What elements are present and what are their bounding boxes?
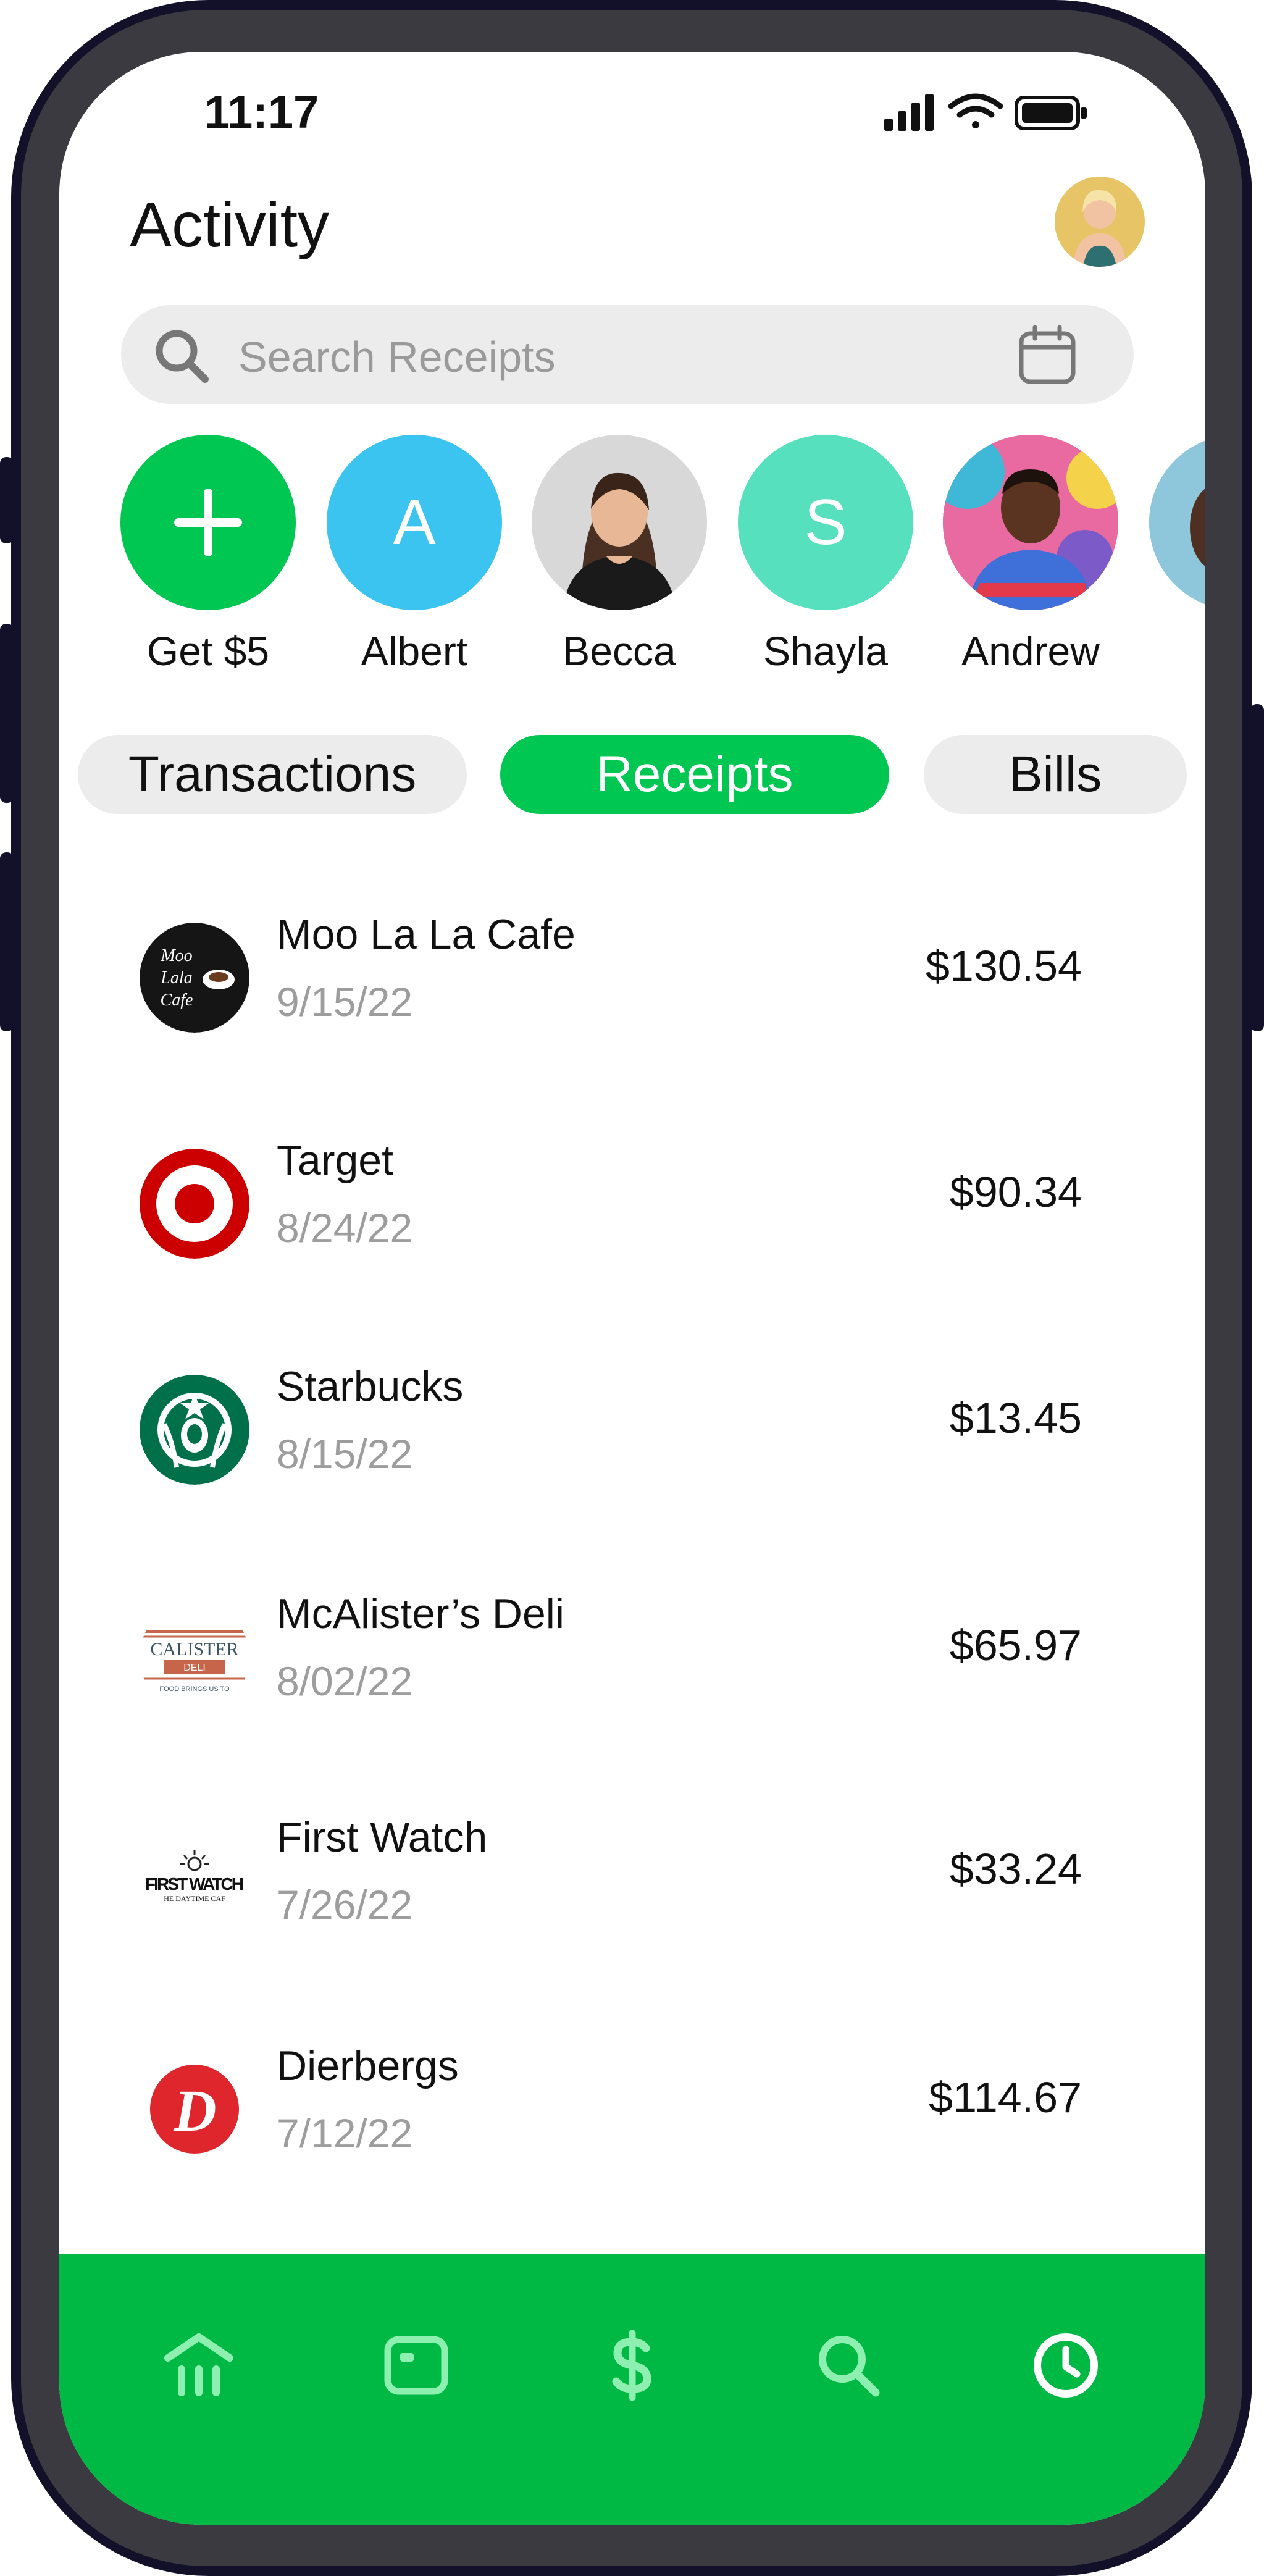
- phone-screen: 11:17 Activity Search Receipts Get $5 A …: [59, 52, 1205, 2525]
- side-button-mute: [0, 457, 14, 543]
- side-button-power: [1250, 704, 1264, 1031]
- receipt-row[interactable]: D Dierbergs 7/12/22 $114.67: [59, 2029, 1205, 2184]
- merchant-name: Target: [277, 1137, 393, 1184]
- search-bar[interactable]: Search Receipts: [121, 305, 1134, 404]
- contact-name: Becca: [563, 628, 676, 674]
- contact-m[interactable]: M: [1147, 435, 1205, 674]
- receipt-date: 7/26/22: [277, 1882, 413, 1928]
- receipt-date: 8/15/22: [277, 1431, 413, 1477]
- status-icons: [884, 93, 1087, 131]
- logo-text: FIRST WATCH: [145, 1874, 244, 1894]
- contact-avatar: S: [738, 435, 913, 610]
- contact-shayla[interactable]: S Shayla: [736, 435, 915, 674]
- receipt-date: 8/02/22: [277, 1658, 413, 1704]
- avatar-initial: A: [393, 486, 436, 558]
- search-icon[interactable]: [811, 2328, 885, 2402]
- bank-icon[interactable]: [162, 2328, 236, 2402]
- tab-bills[interactable]: Bills: [924, 735, 1187, 814]
- receipt-row[interactable]: Target 8/24/22 $90.34: [59, 1124, 1205, 1278]
- battery-icon: [1015, 96, 1087, 130]
- receipt-date: 7/12/22: [277, 2110, 413, 2156]
- avatar-initial: S: [804, 486, 847, 558]
- contact-name: Shayla: [763, 628, 888, 674]
- logo-text: HE DAYTIME CAF: [164, 1894, 225, 1903]
- tab-transactions[interactable]: Transactions: [78, 735, 467, 814]
- merchant-name: Moo La La Cafe: [277, 911, 575, 958]
- receipt-row[interactable]: Moo Lala Cafe Moo La La Cafe 9/15/22 $13…: [59, 898, 1205, 1052]
- logo-text: Lala: [160, 968, 192, 988]
- search-icon: [156, 330, 209, 383]
- signal-icon: [884, 94, 934, 131]
- logo-text: CALISTER: [150, 1639, 238, 1659]
- contact-name: Get $5: [146, 628, 270, 674]
- dierbergs-logo: D: [140, 2054, 249, 2164]
- receipt-amount: $90.34: [949, 1168, 1082, 1216]
- contact-andrew[interactable]: Andrew: [941, 435, 1120, 674]
- contact-avatar: [1149, 435, 1205, 610]
- contact-name: M: [1147, 627, 1205, 674]
- receipt-amount: $33.24: [949, 1845, 1082, 1893]
- wifi-icon: [948, 93, 1003, 128]
- tab-receipts[interactable]: Receipts: [500, 735, 889, 814]
- receipt-amount: $114.67: [929, 2073, 1082, 2121]
- merchant-name: Dierbergs: [277, 2042, 459, 2089]
- contact-albert[interactable]: A Albert: [325, 435, 504, 674]
- logo-text: DELI: [183, 1663, 206, 1673]
- receipt-amount: $65.97: [949, 1621, 1082, 1669]
- logo-text: Cafe: [161, 991, 193, 1010]
- merchant-name: First Watch: [277, 1814, 488, 1861]
- contact-avatar: [943, 435, 1118, 610]
- contact-avatar: A: [327, 435, 502, 610]
- first-watch-logo: FIRST WATCH HE DAYTIME CAF: [140, 1826, 249, 1936]
- clock-icon[interactable]: [1029, 2328, 1103, 2402]
- moo-la-la-logo: Moo Lala Cafe: [140, 923, 249, 1033]
- side-button-volume-up: [0, 624, 14, 803]
- page-title: Activity: [130, 190, 330, 260]
- starbucks-logo: [140, 1375, 249, 1485]
- add-contact-icon: [120, 435, 296, 610]
- calendar-icon[interactable]: [1016, 325, 1078, 387]
- bottom-nav: [59, 2254, 1205, 2525]
- mcalisters-logo: CALISTER DELI FOOD BRINGS US TO: [140, 1602, 249, 1712]
- receipt-amount: $13.45: [949, 1394, 1082, 1442]
- search-input[interactable]: Search Receipts: [238, 332, 556, 382]
- logo-text: D: [173, 2078, 216, 2144]
- logo-text: Moo: [160, 946, 192, 965]
- receipt-amount: $130.54: [925, 942, 1082, 990]
- receipt-date: 9/15/22: [277, 979, 413, 1025]
- receipt-row[interactable]: FIRST WATCH HE DAYTIME CAF First Watch 7…: [59, 1801, 1205, 1955]
- receipt-row[interactable]: Starbucks 8/15/22 $13.45: [59, 1350, 1205, 1504]
- dollar-icon[interactable]: [595, 2328, 669, 2402]
- contact-name: Albert: [361, 628, 468, 674]
- card-icon[interactable]: [379, 2328, 453, 2402]
- receipt-row[interactable]: CALISTER DELI FOOD BRINGS US TO McAliste…: [59, 1577, 1205, 1732]
- status-time: 11:17: [204, 86, 319, 138]
- contact-avatar: [532, 435, 707, 610]
- target-logo: [140, 1149, 249, 1259]
- merchant-name: McAlister’s Deli: [277, 1590, 565, 1637]
- profile-avatar[interactable]: [1055, 177, 1145, 267]
- contact-get-5[interactable]: Get $5: [119, 435, 298, 674]
- logo-text: FOOD BRINGS US TO: [159, 1685, 230, 1693]
- merchant-name: Starbucks: [277, 1363, 464, 1410]
- receipt-date: 8/24/22: [277, 1205, 413, 1251]
- side-button-volume-down: [0, 852, 14, 1031]
- contact-becca[interactable]: Becca: [530, 435, 709, 674]
- contact-name: Andrew: [961, 628, 1100, 674]
